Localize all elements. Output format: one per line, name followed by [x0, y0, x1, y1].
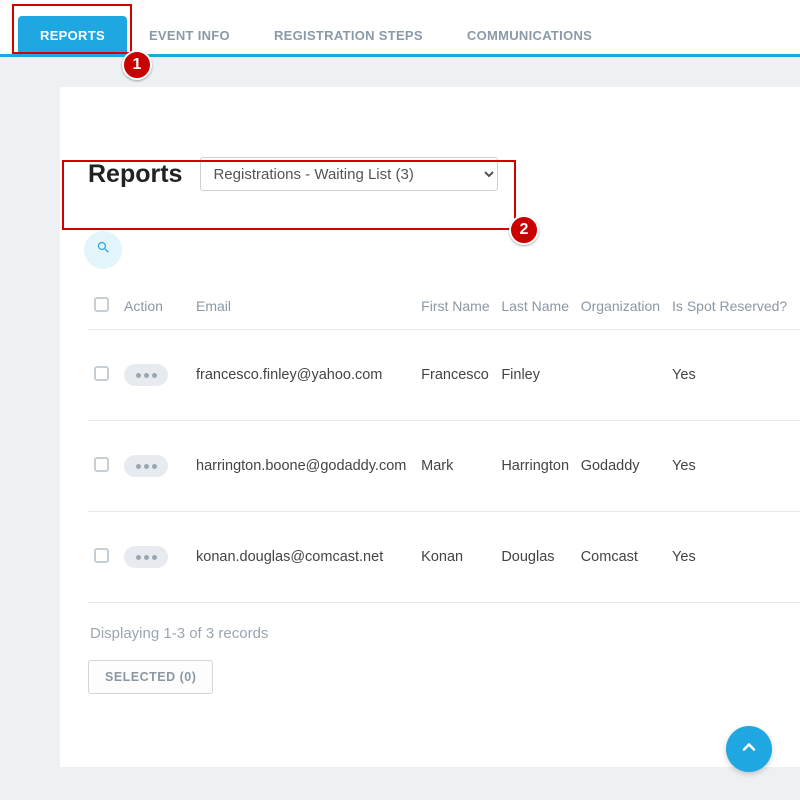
col-organization: Organization [581, 291, 672, 330]
row-actions-button[interactable] [124, 364, 168, 386]
cell-organization: Comcast [581, 512, 672, 603]
row-actions-button[interactable] [124, 546, 168, 568]
cell-email: konan.douglas@comcast.net [196, 512, 421, 603]
page-backdrop: Reports Registrations - Waiting List (3)… [0, 57, 800, 800]
report-card: Reports Registrations - Waiting List (3)… [60, 87, 800, 767]
cell-organization: Godaddy [581, 421, 672, 512]
cell-first-name: Mark [421, 421, 501, 512]
table-row: harrington.boone@godaddy.com Mark Harrin… [88, 421, 800, 512]
row-checkbox[interactable] [94, 548, 109, 563]
report-select[interactable]: Registrations - Waiting List (3) [200, 157, 498, 191]
more-horizontal-icon [136, 555, 141, 560]
more-horizontal-icon [136, 373, 141, 378]
tab-communications[interactable]: COMMUNICATIONS [445, 16, 614, 54]
cell-first-name: Francesco [421, 330, 501, 421]
cell-spot-reserved: Yes [672, 330, 800, 421]
cell-last-name: Douglas [501, 512, 580, 603]
row-checkbox[interactable] [94, 366, 109, 381]
tab-bar: REPORTS EVENT INFO REGISTRATION STEPS CO… [0, 0, 800, 57]
table-row: francesco.finley@yahoo.com Francesco Fin… [88, 330, 800, 421]
chevron-up-icon [739, 737, 759, 762]
report-table: Action Email First Name Last Name Organi… [88, 291, 800, 603]
cell-spot-reserved: Yes [672, 421, 800, 512]
col-email: Email [196, 291, 421, 330]
search-button[interactable] [84, 231, 122, 269]
cell-first-name: Konan [421, 512, 501, 603]
search-icon [96, 240, 111, 260]
cell-last-name: Harrington [501, 421, 580, 512]
title-row: Reports Registrations - Waiting List (3) [88, 157, 800, 191]
cell-email: harrington.boone@godaddy.com [196, 421, 421, 512]
col-action: Action [124, 291, 196, 330]
row-checkbox[interactable] [94, 457, 109, 472]
tab-reports[interactable]: REPORTS [18, 16, 127, 54]
tab-event-info[interactable]: EVENT INFO [127, 16, 252, 54]
row-actions-button[interactable] [124, 455, 168, 477]
cell-organization [581, 330, 672, 421]
table-row: konan.douglas@comcast.net Konan Douglas … [88, 512, 800, 603]
cell-spot-reserved: Yes [672, 512, 800, 603]
tab-registration-steps[interactable]: REGISTRATION STEPS [252, 16, 445, 54]
table-header-row: Action Email First Name Last Name Organi… [88, 291, 800, 330]
scroll-to-top-button[interactable] [726, 726, 772, 772]
records-summary: Displaying 1-3 of 3 records [88, 603, 800, 660]
select-all-checkbox[interactable] [94, 297, 109, 312]
more-horizontal-icon [136, 464, 141, 469]
page-title: Reports [88, 160, 182, 189]
cell-email: francesco.finley@yahoo.com [196, 330, 421, 421]
col-last-name: Last Name [501, 291, 580, 330]
cell-last-name: Finley [501, 330, 580, 421]
selected-button[interactable]: SELECTED (0) [88, 660, 213, 694]
col-spot-reserved: Is Spot Reserved? [672, 291, 800, 330]
col-first-name: First Name [421, 291, 501, 330]
